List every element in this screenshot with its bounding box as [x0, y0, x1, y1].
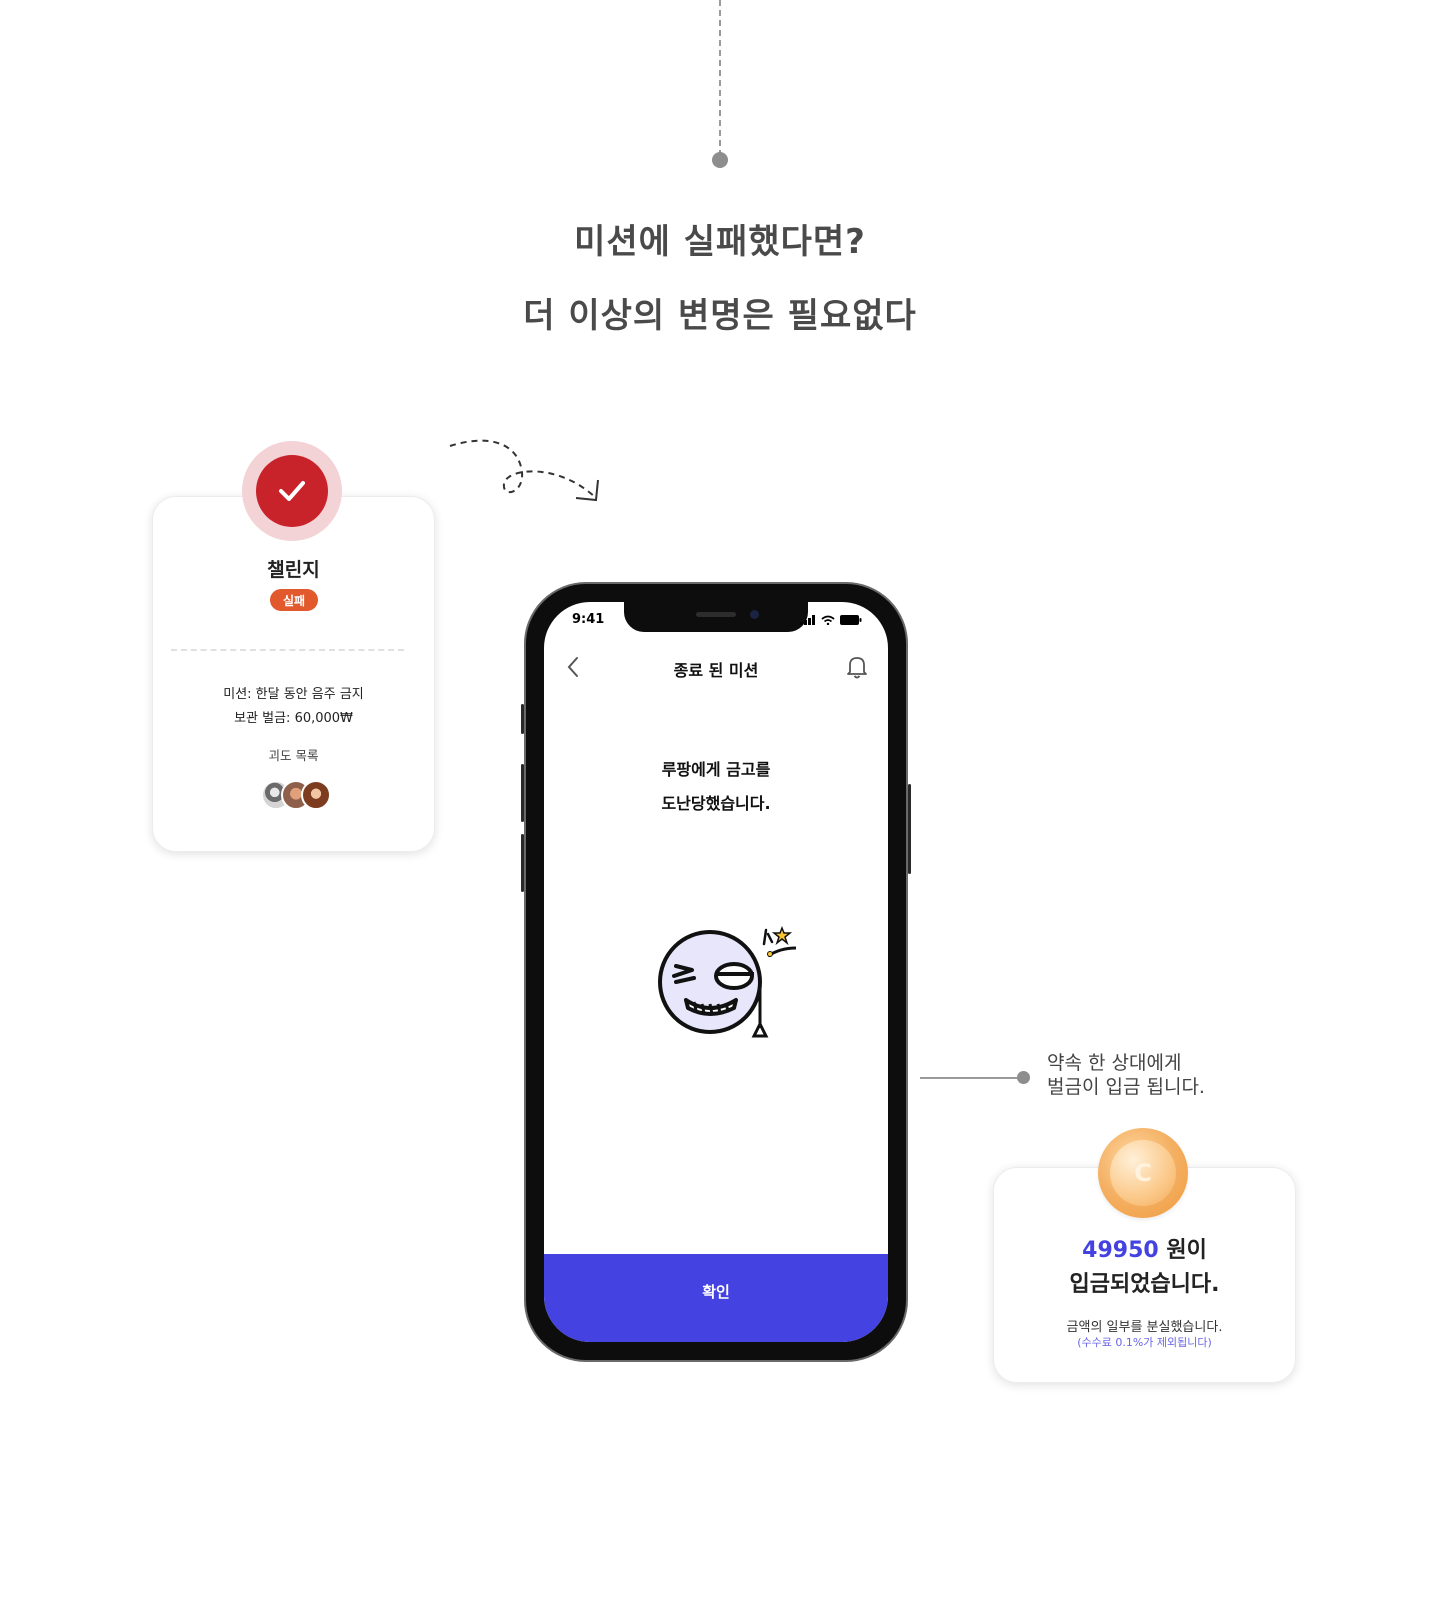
coin-letter: C: [1110, 1140, 1176, 1206]
connector-text-line1: 약속 한 상대에게: [1047, 1052, 1182, 1074]
avatar-group: [261, 780, 333, 812]
phone-side-button: [521, 764, 524, 822]
right-connector-dot: [1017, 1071, 1030, 1084]
nav-title: 종료 된 미션: [673, 661, 759, 680]
phone-side-button: [521, 704, 524, 734]
deposit-amount-suffix: 원이: [1158, 1238, 1207, 1263]
battery-icon: [840, 615, 862, 625]
deposit-title: 입금되었습니다.: [1069, 1272, 1220, 1297]
signal-icon: [800, 615, 815, 625]
coin-icon: C: [1098, 1128, 1188, 1218]
challenge-title: 챌린지: [267, 559, 320, 581]
phone-notch: [624, 602, 808, 632]
phone-screen: 9:41 종료 된 미션 루팡에게 금고를 도난당했습니다. 확인: [544, 602, 888, 1342]
right-connector-line: [920, 1077, 1022, 1079]
phone-side-button: [908, 784, 911, 874]
deposit-amount: 49950: [1082, 1238, 1159, 1263]
phone-mockup: 9:41 종료 된 미션 루팡에게 금고를 도난당했습니다. 확인: [521, 582, 911, 1362]
fee-note: (수수료 0.1%가 제외됩니다): [1077, 1336, 1212, 1349]
check-badge: [242, 441, 342, 541]
avatar: [301, 780, 331, 810]
wifi-icon: [821, 615, 835, 625]
check-icon: [279, 481, 305, 501]
deposit-amount-row: 49950 원이: [994, 1232, 1295, 1264]
deposit-note: 금액의 일부를 분실했습니다.: [1066, 1320, 1223, 1335]
deposit-text: 보관 벌금: 60,000₩: [234, 711, 353, 726]
connector-text-line2: 벌금이 입금 됩니다.: [1047, 1076, 1205, 1098]
headline-highlight-wrap: 더 이상의 변명은 필요없다: [0, 288, 1440, 340]
card-divider: [171, 649, 404, 651]
headline-question: 미션에 실패했다면?: [574, 222, 866, 262]
confirm-button[interactable]: 확인: [544, 1254, 888, 1342]
status-badge: 실패: [270, 589, 318, 611]
stolen-message-line2: 도난당했습니다.: [661, 794, 771, 813]
top-dashed-connector: [719, 0, 721, 156]
bell-icon[interactable]: [846, 654, 868, 680]
phone-side-button: [521, 834, 524, 892]
challenge-card: 챌린지 실패 미션: 한달 동안 음주 금지 보관 벌금: 60,000₩ 괴도…: [152, 496, 435, 852]
winking-thief-illustration: [658, 925, 797, 1038]
curly-arrow-icon: [449, 439, 599, 502]
status-time: 9:41: [572, 612, 605, 627]
top-connector-dot: [712, 152, 728, 168]
stolen-message-line1: 루팡에게 금고를: [661, 760, 771, 779]
status-icons: [800, 615, 862, 625]
mission-text: 미션: 한달 동안 음주 금지: [223, 687, 364, 702]
headline-highlight: 더 이상의 변명은 필요없다: [505, 288, 935, 340]
thief-list-label: 괴도 목록: [268, 748, 319, 763]
